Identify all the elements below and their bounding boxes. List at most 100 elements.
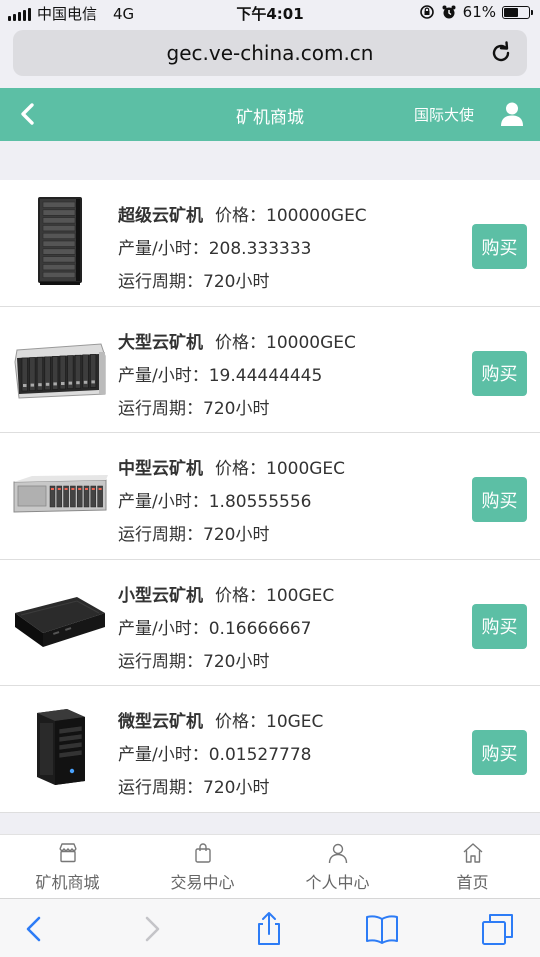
buy-button[interactable]: 购买 <box>472 350 527 396</box>
period-label: 运行周期： <box>118 778 203 798</box>
product-item: 大型云矿机 价格：10000GEC 产量/小时：19.44444445 运行周期：72… <box>0 306 540 433</box>
product-image <box>12 699 108 795</box>
product-period-line: 运行周期：720小时 <box>118 519 345 552</box>
product-period: 720小时 <box>203 272 270 292</box>
buy-button[interactable]: 购买 <box>472 603 527 649</box>
product-list: 超级云矿机 价格：100000GEC 产量/小时：208.333333 运行周期：72… <box>0 180 540 813</box>
network-label: 4G <box>113 4 135 23</box>
product-title-line: 中型云矿机 价格：1000GEC <box>118 453 345 486</box>
battery-percent: 61% <box>462 3 496 21</box>
product-info: 中型云矿机 价格：1000GEC 产量/小时：1.80555556 运行周期：720小… <box>118 453 345 552</box>
output-label: 产量/小时： <box>118 492 209 512</box>
browser-address-area: gec.ve-china.com.cn <box>0 26 540 88</box>
reload-icon[interactable] <box>487 39 515 67</box>
product-title-line: 小型云矿机 价格：100GEC <box>118 580 334 613</box>
output-label: 产量/小时： <box>118 239 209 259</box>
tab-profile[interactable]: 个人中心 <box>270 835 405 898</box>
product-info: 大型云矿机 价格：10000GEC 产量/小时：19.44444445 运行周期：72… <box>118 327 356 426</box>
alarm-icon <box>442 5 456 19</box>
period-label: 运行周期： <box>118 525 203 545</box>
price-label: 价格： <box>215 459 266 479</box>
url-text: gec.ve-china.com.cn <box>166 41 374 65</box>
product-item: 微型云矿机 价格：10GEC 产量/小时：0.01527778 运行周期：720小时购… <box>0 686 540 813</box>
browser-toolbar <box>0 898 540 957</box>
tab-label: 交易中心 <box>170 872 235 892</box>
tab-home[interactable]: 首页 <box>405 835 540 898</box>
status-right: 61% <box>419 3 533 21</box>
product-output: 0.01527778 <box>208 745 312 765</box>
price-label: 价格： <box>215 206 266 226</box>
product-title-line: 超级云矿机 价格：100000GEC <box>118 200 367 233</box>
buy-button[interactable]: 购买 <box>472 224 527 269</box>
product-period-line: 运行周期：720小时 <box>118 646 334 679</box>
product-info: 小型云矿机 价格：100GEC 产量/小时：0.16666667 运行周期：720小时 <box>118 580 334 679</box>
browser-forward-icon[interactable] <box>134 911 170 947</box>
tab-label: 首页 <box>456 872 489 892</box>
product-output: 19.44444445 <box>208 365 323 386</box>
product-price: 100GEC <box>266 585 335 606</box>
output-label: 产量/小时： <box>118 365 209 386</box>
output-label: 产量/小时： <box>118 745 209 765</box>
product-period: 720小时 <box>203 398 270 419</box>
tab-label: 个人中心 <box>305 872 370 892</box>
period-label: 运行周期： <box>118 398 203 419</box>
price-label: 价格： <box>215 332 266 353</box>
ambassador-link[interactable]: 国际大使 <box>414 104 474 125</box>
buy-button[interactable]: 购买 <box>472 730 527 775</box>
product-output-line: 产量/小时：0.01527778 <box>118 739 323 772</box>
product-output-line: 产量/小时：1.80555556 <box>118 486 345 519</box>
product-image <box>12 446 108 542</box>
product-output: 208.333333 <box>208 239 312 259</box>
tab-label: 矿机商城 <box>35 872 100 892</box>
product-price: 100000GEC <box>266 206 367 226</box>
output-label: 产量/小时： <box>118 618 209 639</box>
product-image <box>12 573 108 669</box>
product-price: 10GEC <box>266 712 324 732</box>
browser-back-icon[interactable] <box>16 911 52 947</box>
person-icon <box>328 843 347 863</box>
product-period-line: 运行周期：720小时 <box>118 772 323 805</box>
product-name: 小型云矿机 <box>118 585 203 606</box>
product-item: 小型云矿机 价格：100GEC 产量/小时：0.16666667 运行周期：720小时… <box>0 559 540 686</box>
tab-store[interactable]: 矿机商城 <box>0 835 135 898</box>
product-item: 中型云矿机 价格：1000GEC 产量/小时：1.80555556 运行周期：720小… <box>0 433 540 560</box>
status-left: 中国电信 4G <box>8 3 134 24</box>
price-label: 价格： <box>215 712 266 732</box>
product-output-line: 产量/小时：0.16666667 <box>118 613 334 646</box>
battery-icon <box>502 5 533 19</box>
product-period: 720小时 <box>203 651 270 672</box>
url-bar[interactable]: gec.ve-china.com.cn <box>13 30 527 76</box>
share-icon[interactable] <box>251 911 287 947</box>
product-name: 超级云矿机 <box>118 206 203 226</box>
home-icon <box>463 842 482 863</box>
product-name: 微型云矿机 <box>118 712 203 732</box>
store-icon <box>58 842 77 862</box>
product-item: 超级云矿机 价格：100000GEC 产量/小时：208.333333 运行周期：72… <box>0 180 540 307</box>
product-title-line: 大型云矿机 价格：10000GEC <box>118 327 356 360</box>
tabs-icon[interactable] <box>480 911 516 947</box>
product-name: 大型云矿机 <box>118 332 203 353</box>
app-header: 矿机商城 国际大使 <box>0 88 540 141</box>
bookmarks-icon[interactable] <box>364 911 400 947</box>
period-label: 运行周期： <box>118 272 203 292</box>
carrier-label: 中国电信 <box>37 5 98 23</box>
status-bar: 中国电信 4G 下午4:01 61% <box>0 0 540 26</box>
product-output: 1.80555556 <box>208 492 312 512</box>
product-price: 1000GEC <box>266 459 346 479</box>
tab-trade[interactable]: 交易中心 <box>135 835 270 898</box>
product-info: 超级云矿机 价格：100000GEC 产量/小时：208.333333 运行周期：72… <box>118 200 367 299</box>
signal-icon <box>8 7 31 21</box>
rotation-lock-icon <box>419 5 434 19</box>
product-period-line: 运行周期：720小时 <box>118 266 367 299</box>
battery-level <box>504 7 519 17</box>
buy-button[interactable]: 购买 <box>472 477 527 522</box>
product-output-line: 产量/小时：19.44444445 <box>118 360 356 393</box>
product-image <box>12 320 108 416</box>
user-icon[interactable] <box>498 100 526 128</box>
tab-bar: 矿机商城 交易中心 个人中心 首页 <box>0 834 540 898</box>
product-period-line: 运行周期：720小时 <box>118 393 356 426</box>
product-output: 0.16666667 <box>208 618 312 639</box>
bag-icon <box>194 842 211 863</box>
product-image <box>12 193 108 289</box>
product-period: 720小时 <box>203 525 270 545</box>
